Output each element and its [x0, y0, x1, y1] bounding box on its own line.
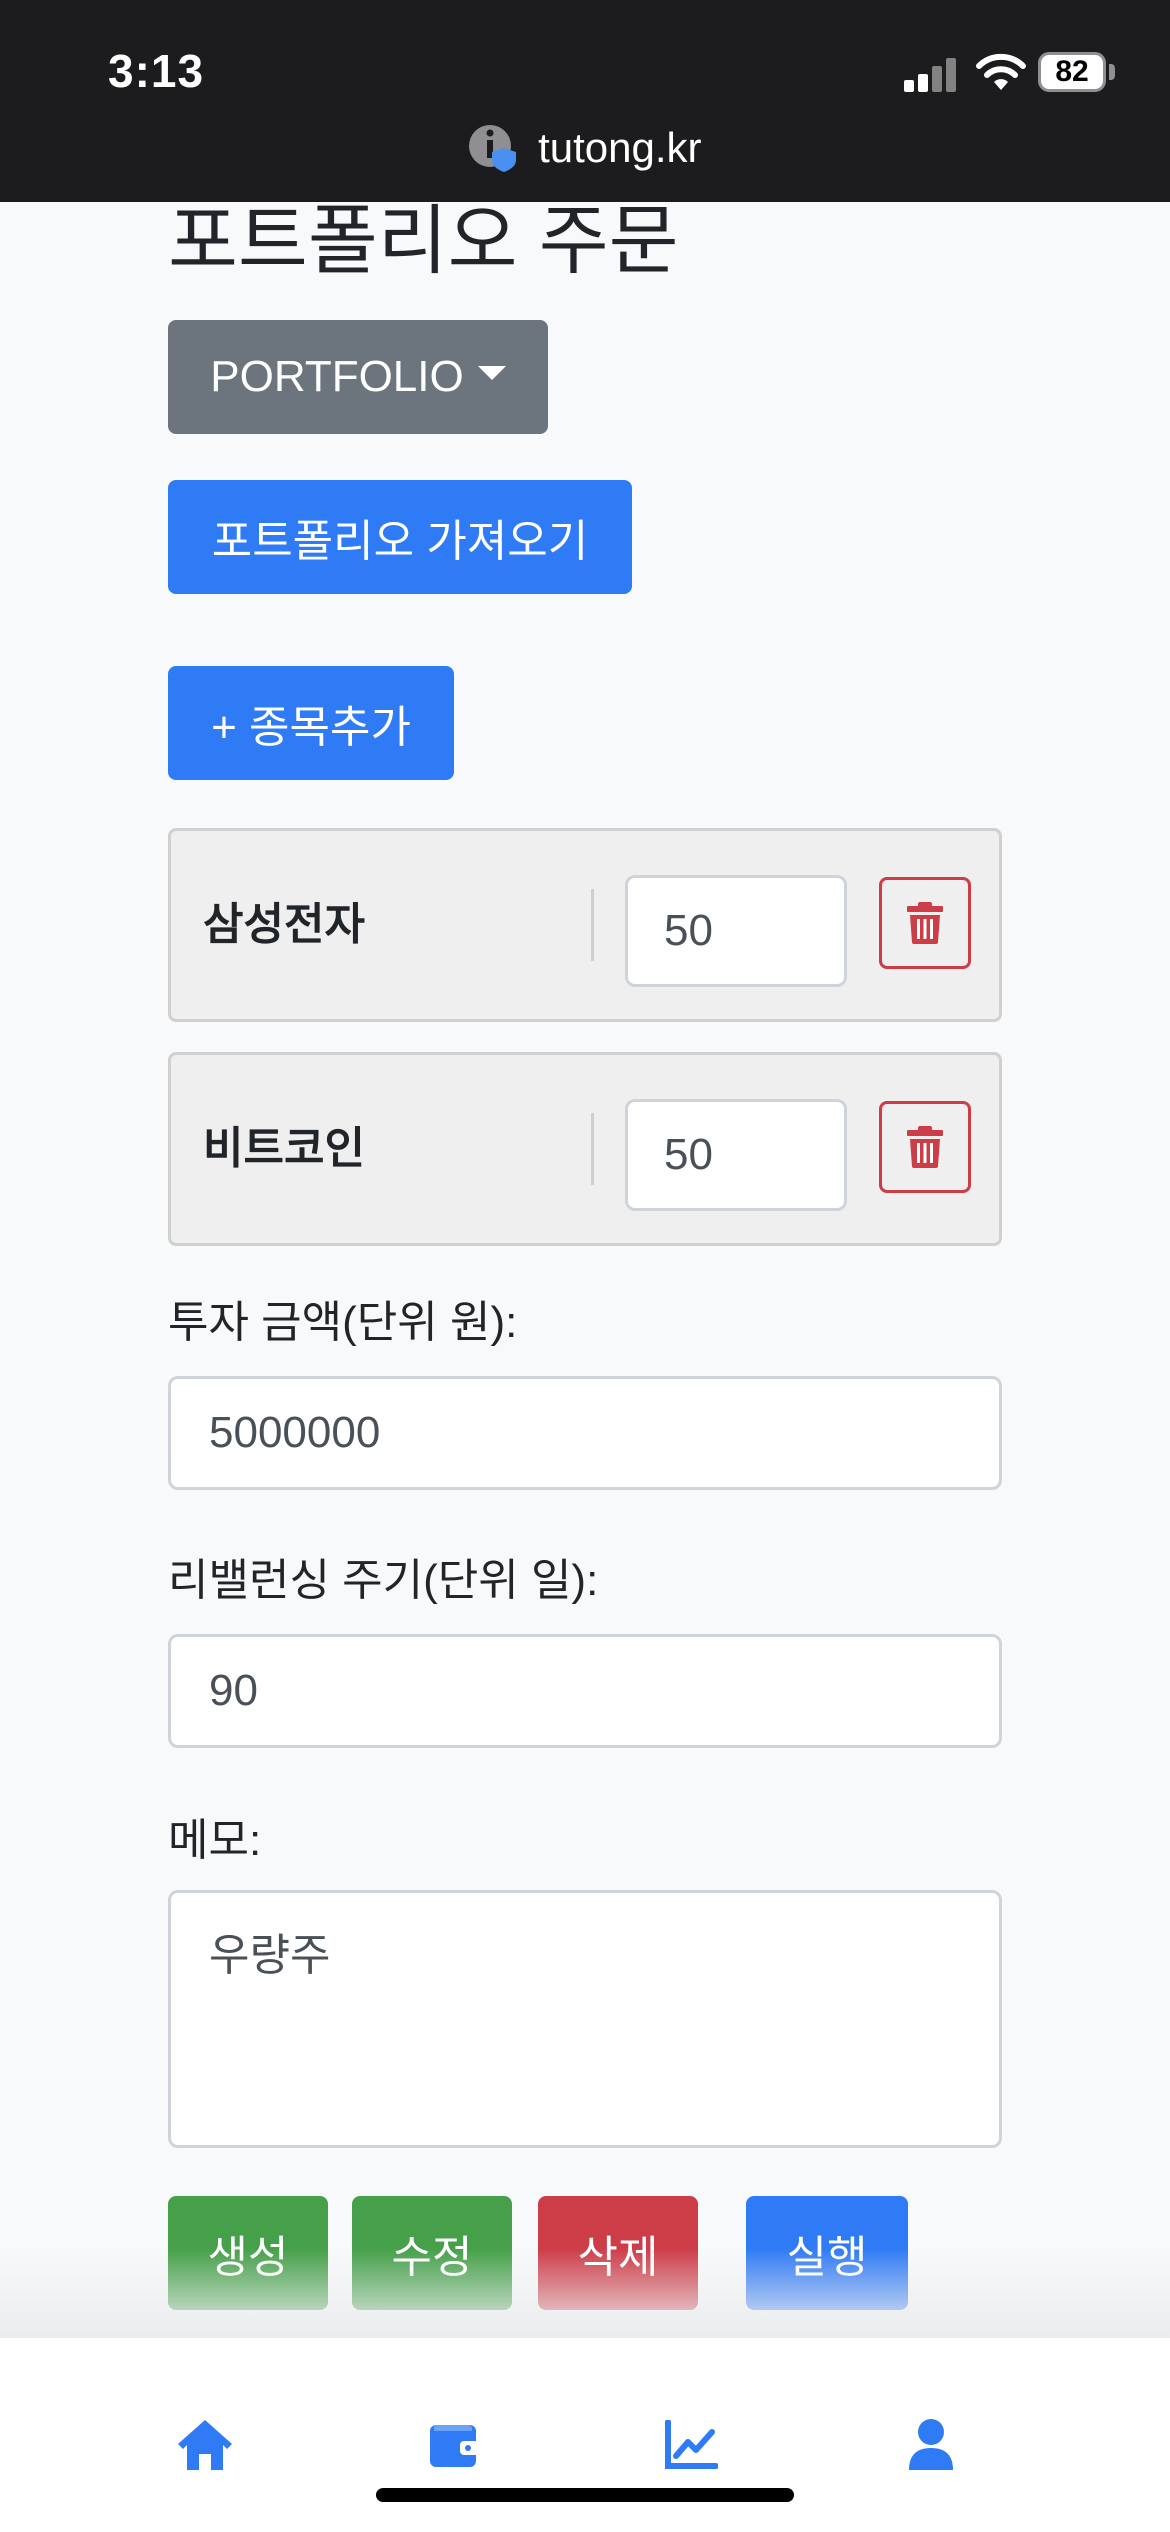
page-title: 포트폴리오 주문 — [168, 202, 679, 284]
memo-input[interactable]: 우량주 — [168, 1890, 1002, 2148]
wifi-icon — [976, 53, 1026, 90]
status-bar: 3:13 82 tutong.kr — [0, 0, 1170, 202]
nav-home[interactable] — [170, 2410, 240, 2480]
site-info-icon — [469, 124, 517, 172]
rebalance-period-input[interactable] — [168, 1634, 1002, 1748]
delete-button[interactable]: 삭제 — [538, 2196, 698, 2310]
execute-button[interactable]: 실행 — [746, 2196, 908, 2310]
caret-down-icon — [477, 366, 506, 380]
stock-weight-input[interactable] — [625, 875, 847, 987]
stock-divider — [591, 889, 594, 961]
import-portfolio-label: 포트폴리오 가져오기 — [211, 517, 589, 566]
home-icon — [178, 2420, 232, 2470]
wallet-icon — [430, 2425, 480, 2467]
url-text: tutong.kr — [538, 124, 702, 171]
home-indicator — [376, 2488, 794, 2502]
add-stock-label: + 종목추가 — [211, 703, 411, 752]
address-bar[interactable]: tutong.kr — [0, 124, 1170, 176]
stock-row: 삼성전자 — [168, 828, 1002, 1022]
import-portfolio-button[interactable]: 포트폴리오 가져오기 — [168, 480, 632, 594]
nav-chart[interactable] — [656, 2410, 726, 2480]
trash-icon — [907, 902, 943, 944]
bottom-nav — [0, 2338, 1170, 2532]
delete-label: 삭제 — [577, 2233, 659, 2282]
stock-divider — [591, 1113, 594, 1185]
portfolio-dropdown-button[interactable]: PORTFOLIO — [168, 320, 548, 434]
amount-input[interactable] — [168, 1376, 1002, 1490]
execute-label: 실행 — [786, 2233, 868, 2282]
stock-weight-input[interactable] — [625, 1099, 847, 1211]
create-button[interactable]: 생성 — [168, 2196, 328, 2310]
nav-profile[interactable] — [896, 2410, 966, 2480]
add-stock-button[interactable]: + 종목추가 — [168, 666, 454, 780]
nav-wallet[interactable] — [420, 2410, 490, 2480]
amount-label: 투자 금액(단위 원): — [168, 1298, 518, 1347]
memo-label: 메모: — [168, 1816, 262, 1865]
edit-button[interactable]: 수정 — [352, 2196, 512, 2310]
main-content: 포트폴리오 주문 PORTFOLIO 포트폴리오 가져오기 + 종목추가 삼성전… — [0, 202, 1170, 2338]
cellular-signal-icon — [904, 56, 956, 92]
trash-icon — [907, 1126, 943, 1168]
status-time: 3:13 — [108, 45, 205, 97]
user-icon — [909, 2419, 953, 2470]
chart-line-icon — [665, 2420, 718, 2469]
edit-label: 수정 — [391, 2233, 473, 2282]
create-label: 생성 — [207, 2233, 289, 2282]
delete-stock-button[interactable] — [879, 1101, 971, 1193]
battery-tip — [1109, 64, 1115, 80]
delete-stock-button[interactable] — [879, 877, 971, 969]
battery-indicator: 82 — [1038, 52, 1106, 92]
rebalance-period-label: 리밸런싱 주기(단위 일): — [168, 1556, 599, 1605]
stock-row: 비트코인 — [168, 1052, 1002, 1246]
portfolio-dropdown-label: PORTFOLIO — [210, 352, 464, 401]
stock-name: 삼성전자 — [203, 900, 365, 949]
stock-name: 비트코인 — [203, 1124, 365, 1173]
